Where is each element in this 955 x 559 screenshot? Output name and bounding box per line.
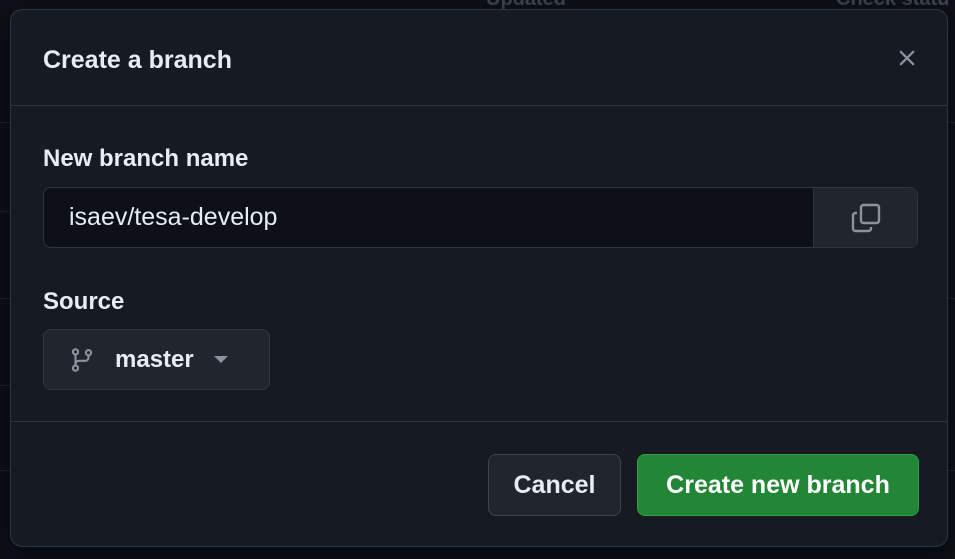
source-label: Source: [43, 288, 125, 315]
source-branch-value: master: [115, 345, 194, 373]
dialog-header: Create a branch: [11, 10, 947, 106]
copy-icon: [851, 203, 880, 232]
create-branch-dialog: Create a branch New branch name Source: [10, 9, 948, 547]
footer-divider: [11, 421, 947, 422]
branch-name-label: New branch name: [43, 145, 249, 172]
branch-name-field-group: [43, 187, 918, 248]
close-button[interactable]: [895, 46, 919, 70]
close-icon: [899, 50, 915, 66]
copy-button[interactable]: [813, 188, 917, 247]
git-branch-icon: [69, 347, 95, 373]
caret-down-icon: [213, 356, 228, 363]
cancel-button[interactable]: Cancel: [488, 454, 621, 516]
branch-name-input[interactable]: [44, 188, 813, 247]
dialog-title: Create a branch: [43, 46, 232, 74]
background-table-header: Updated Check statu: [0, 0, 955, 10]
source-branch-select[interactable]: master: [43, 329, 270, 390]
create-new-branch-button[interactable]: Create new branch: [637, 454, 919, 516]
